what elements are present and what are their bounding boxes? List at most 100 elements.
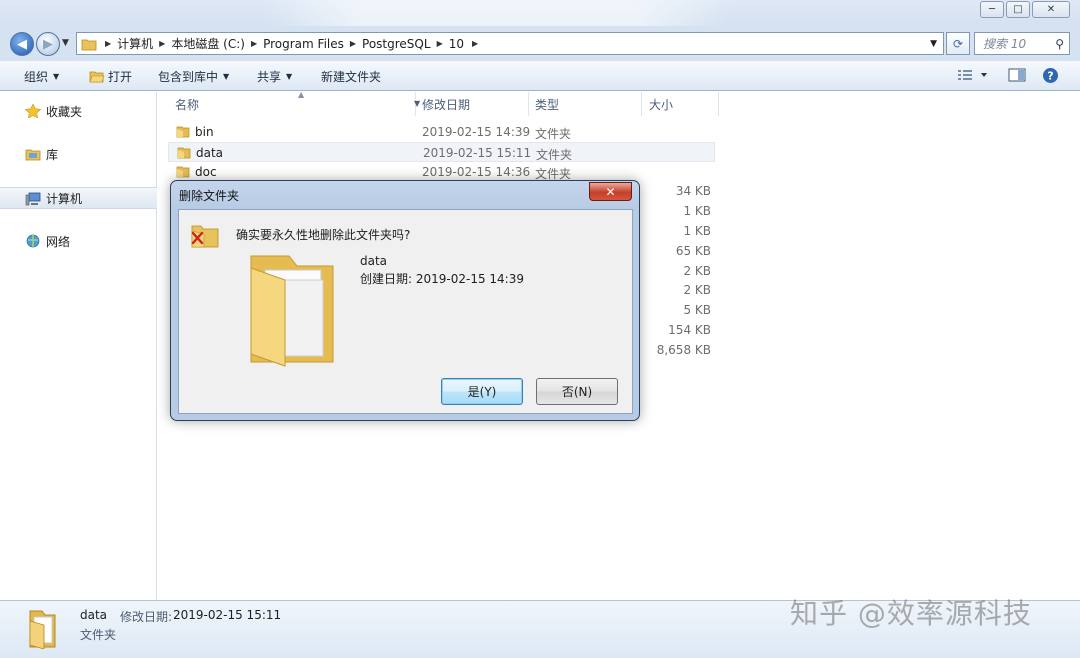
star-icon <box>25 104 41 118</box>
file-size: 8,658 KB <box>656 342 711 357</box>
organize-button[interactable]: 组织 ▼ <box>24 68 59 85</box>
folder-icon <box>177 147 191 159</box>
file-name: doc <box>195 164 217 179</box>
breadcrumb-program-files[interactable]: ▶ Program Files <box>251 37 344 51</box>
column-modified-label: 修改日期 <box>422 97 471 112</box>
dialog-item-created: 创建日期: 2019-02-15 14:39 <box>360 272 524 286</box>
nav-item-computer[interactable]: 计算机 <box>0 187 157 209</box>
nav-computer-label: 计算机 <box>46 191 83 206</box>
help-button[interactable]: ? <box>1042 67 1059 87</box>
nav-item-favorites[interactable]: 收藏夹 <box>0 100 157 122</box>
dialog-body: 确实要永久性地删除此文件夹吗? data 创建日期: 2019-02-15 14… <box>178 209 633 414</box>
chevron-down-icon: ▼ <box>223 72 230 81</box>
preview-pane-button[interactable] <box>1008 67 1026 86</box>
file-row[interactable]: bin 2019-02-15 14:39 文件夹 <box>168 122 715 142</box>
dialog-title: 删除文件夹 <box>179 189 240 203</box>
help-icon: ? <box>1043 68 1058 83</box>
chevron-down-icon: ▼ <box>53 72 60 81</box>
chevron-down-icon: ▼ <box>286 72 293 81</box>
navigation-pane: 收藏夹 库 计算机 网络 <box>0 92 157 600</box>
breadcrumb-label: Program Files <box>263 36 344 51</box>
command-bar: 组织 ▼ 打开 包含到库中 ▼ 共享 ▼ 新建文件夹 ? <box>0 61 1080 91</box>
file-type: 文件夹 <box>536 147 573 162</box>
file-size: 154 KB <box>668 323 711 337</box>
address-row: ◀ ▶ ▼ ▶ 计算机 ▶ 本地磁盘 (C:) ▶ Program Files ▶ Po… <box>0 26 1080 61</box>
dialog-item-name: data <box>360 254 388 268</box>
nav-favorites-label: 收藏夹 <box>46 104 83 119</box>
open-label: 打开 <box>108 70 133 84</box>
preview-pane-icon <box>1008 68 1026 82</box>
folder-icon <box>176 126 190 138</box>
file-modified: 2019-02-15 15:11 <box>423 145 532 160</box>
breadcrumb-label: 10 <box>448 36 464 51</box>
titlebar-glass <box>262 0 732 26</box>
new-folder-label: 新建文件夹 <box>321 70 382 84</box>
svg-text:?: ? <box>1047 70 1053 83</box>
breadcrumb-postgresql[interactable]: ▶ PostgreSQL <box>350 37 431 51</box>
file-name: bin <box>195 125 214 139</box>
forward-button[interactable]: ▶ <box>36 32 60 56</box>
library-icon <box>25 149 41 161</box>
computer-icon <box>25 192 41 206</box>
refresh-button[interactable]: ⟳ <box>946 32 970 55</box>
view-options-button[interactable] <box>957 67 987 86</box>
column-size-label: 大小 <box>649 97 674 112</box>
breadcrumb-label: PostgreSQL <box>362 36 431 51</box>
address-bar[interactable]: ▶ 计算机 ▶ 本地磁盘 (C:) ▶ Program Files ▶ PostgreS… <box>76 32 944 55</box>
forward-arrow-icon: ▶ <box>43 36 53 52</box>
selected-item-type: 文件夹 <box>80 628 117 642</box>
organize-label: 组织 <box>24 70 49 84</box>
network-icon <box>26 234 40 248</box>
nav-item-network[interactable]: 网络 <box>0 230 157 252</box>
open-button[interactable]: 打开 <box>89 68 132 85</box>
folder-icon <box>29 610 56 649</box>
open-folder-icon <box>89 71 105 83</box>
breadcrumb-computer[interactable]: ▶ 计算机 <box>105 35 153 52</box>
large-folder-icon <box>250 255 334 367</box>
yes-button[interactable]: 是(Y) <box>441 378 523 405</box>
selected-item-name: data <box>80 608 108 622</box>
file-size: 1 KB <box>683 224 711 238</box>
sort-ascending-icon: ▲ <box>298 90 305 99</box>
maximize-button[interactable]: □ <box>1006 1 1030 18</box>
search-placeholder: 搜索 10 <box>983 37 1027 51</box>
search-icon: ⚲ <box>1055 36 1064 51</box>
file-size: 65 KB <box>675 243 711 258</box>
column-header-modified[interactable]: 修改日期 <box>416 92 529 116</box>
nav-item-libraries[interactable]: 库 <box>0 143 157 165</box>
address-dropdown-icon[interactable]: ▼ <box>930 39 937 49</box>
file-row[interactable]: data 2019-02-15 15:11 文件夹 <box>168 141 715 162</box>
new-folder-button[interactable]: 新建文件夹 <box>321 68 381 85</box>
include-in-library-button[interactable]: 包含到库中 ▼ <box>158 68 229 85</box>
file-size: 2 KB <box>683 283 711 298</box>
file-name: data <box>196 145 224 160</box>
close-window-button[interactable]: ✕ <box>1032 1 1070 18</box>
modified-date-value: 2019-02-15 15:11 <box>173 608 282 622</box>
file-size: 5 KB <box>683 303 711 318</box>
no-button[interactable]: 否(N) <box>536 378 618 405</box>
column-header-size[interactable]: 大小 <box>642 92 719 116</box>
watermark-text: 知乎 @效率源科技 <box>790 597 1032 630</box>
file-modified: 2019-02-15 14:39 <box>422 125 531 139</box>
view-list-icon <box>958 70 987 80</box>
folder-icon <box>81 39 97 50</box>
confirm-question: 确实要永久性地删除此文件夹吗? <box>236 228 411 242</box>
dialog-close-button[interactable]: ✕ <box>589 182 632 201</box>
share-button[interactable]: 共享 ▼ <box>257 68 292 85</box>
search-input[interactable]: 搜索 10 ⚲ <box>974 32 1070 55</box>
back-arrow-icon: ◀ <box>17 36 27 52</box>
recent-pages-dropdown[interactable]: ▼ <box>62 38 69 48</box>
file-row[interactable]: doc 2019-02-15 14:36 文件夹 <box>168 162 715 182</box>
back-button[interactable]: ◀ <box>10 32 34 56</box>
minimize-button[interactable]: ─ <box>980 1 1004 18</box>
column-header-name[interactable]: 名称 ▲ ▼ <box>168 90 420 116</box>
breadcrumb-local-disk[interactable]: ▶ 本地磁盘 (C:) <box>159 35 245 52</box>
file-size: 2 KB <box>683 263 711 278</box>
nav-network-label: 网络 <box>46 234 71 249</box>
refresh-icon: ⟳ <box>952 36 964 51</box>
column-header-type[interactable]: 类型 <box>529 92 642 116</box>
window-titlebar: ─ □ ✕ <box>0 0 1080 26</box>
share-label: 共享 <box>257 70 282 84</box>
folder-icon <box>176 166 190 177</box>
breadcrumb-10[interactable]: ▶ 10 ▶ <box>437 37 485 51</box>
